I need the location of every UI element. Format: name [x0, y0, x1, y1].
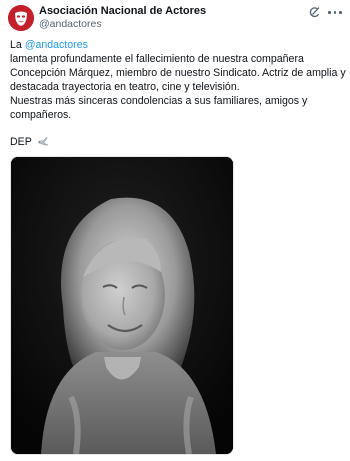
post-line: La @andactores: [10, 38, 346, 52]
author-display-name[interactable]: Asociación Nacional de Actores: [39, 5, 206, 18]
avatar[interactable]: [8, 5, 34, 31]
grok-icon[interactable]: [308, 6, 321, 19]
mention-link[interactable]: @andactores: [25, 39, 88, 51]
post-text: La @andactores lamenta profundamente el …: [10, 38, 346, 122]
post-line: destacada trayectoria en teatro, cine y …: [10, 81, 240, 93]
post-line: Concepción Márquez, miembro de nuestro S…: [10, 67, 346, 79]
dep-text: DEP: [10, 136, 32, 148]
post-photo[interactable]: [10, 156, 234, 455]
portrait-image: [11, 157, 233, 454]
author-handle[interactable]: @andactores: [39, 18, 206, 31]
post-line: Nuestras más sinceras condolencias a sus…: [10, 95, 308, 107]
dove-icon: [37, 136, 48, 146]
dep-line: DEP: [10, 135, 49, 149]
more-dots-icon[interactable]: [328, 11, 342, 15]
post-actions: [308, 6, 342, 20]
theatre-mask-icon: [8, 5, 34, 31]
post-header: Asociación Nacional de Actores @andactor…: [8, 4, 342, 34]
post-line: compañeros.: [10, 109, 72, 121]
post-line-prefix: La: [10, 39, 25, 51]
post: Asociación Nacional de Actores @andactor…: [0, 0, 350, 461]
author-names: Asociación Nacional de Actores @andactor…: [39, 5, 206, 31]
post-line: lamenta profundamente el fallecimiento d…: [10, 53, 304, 65]
